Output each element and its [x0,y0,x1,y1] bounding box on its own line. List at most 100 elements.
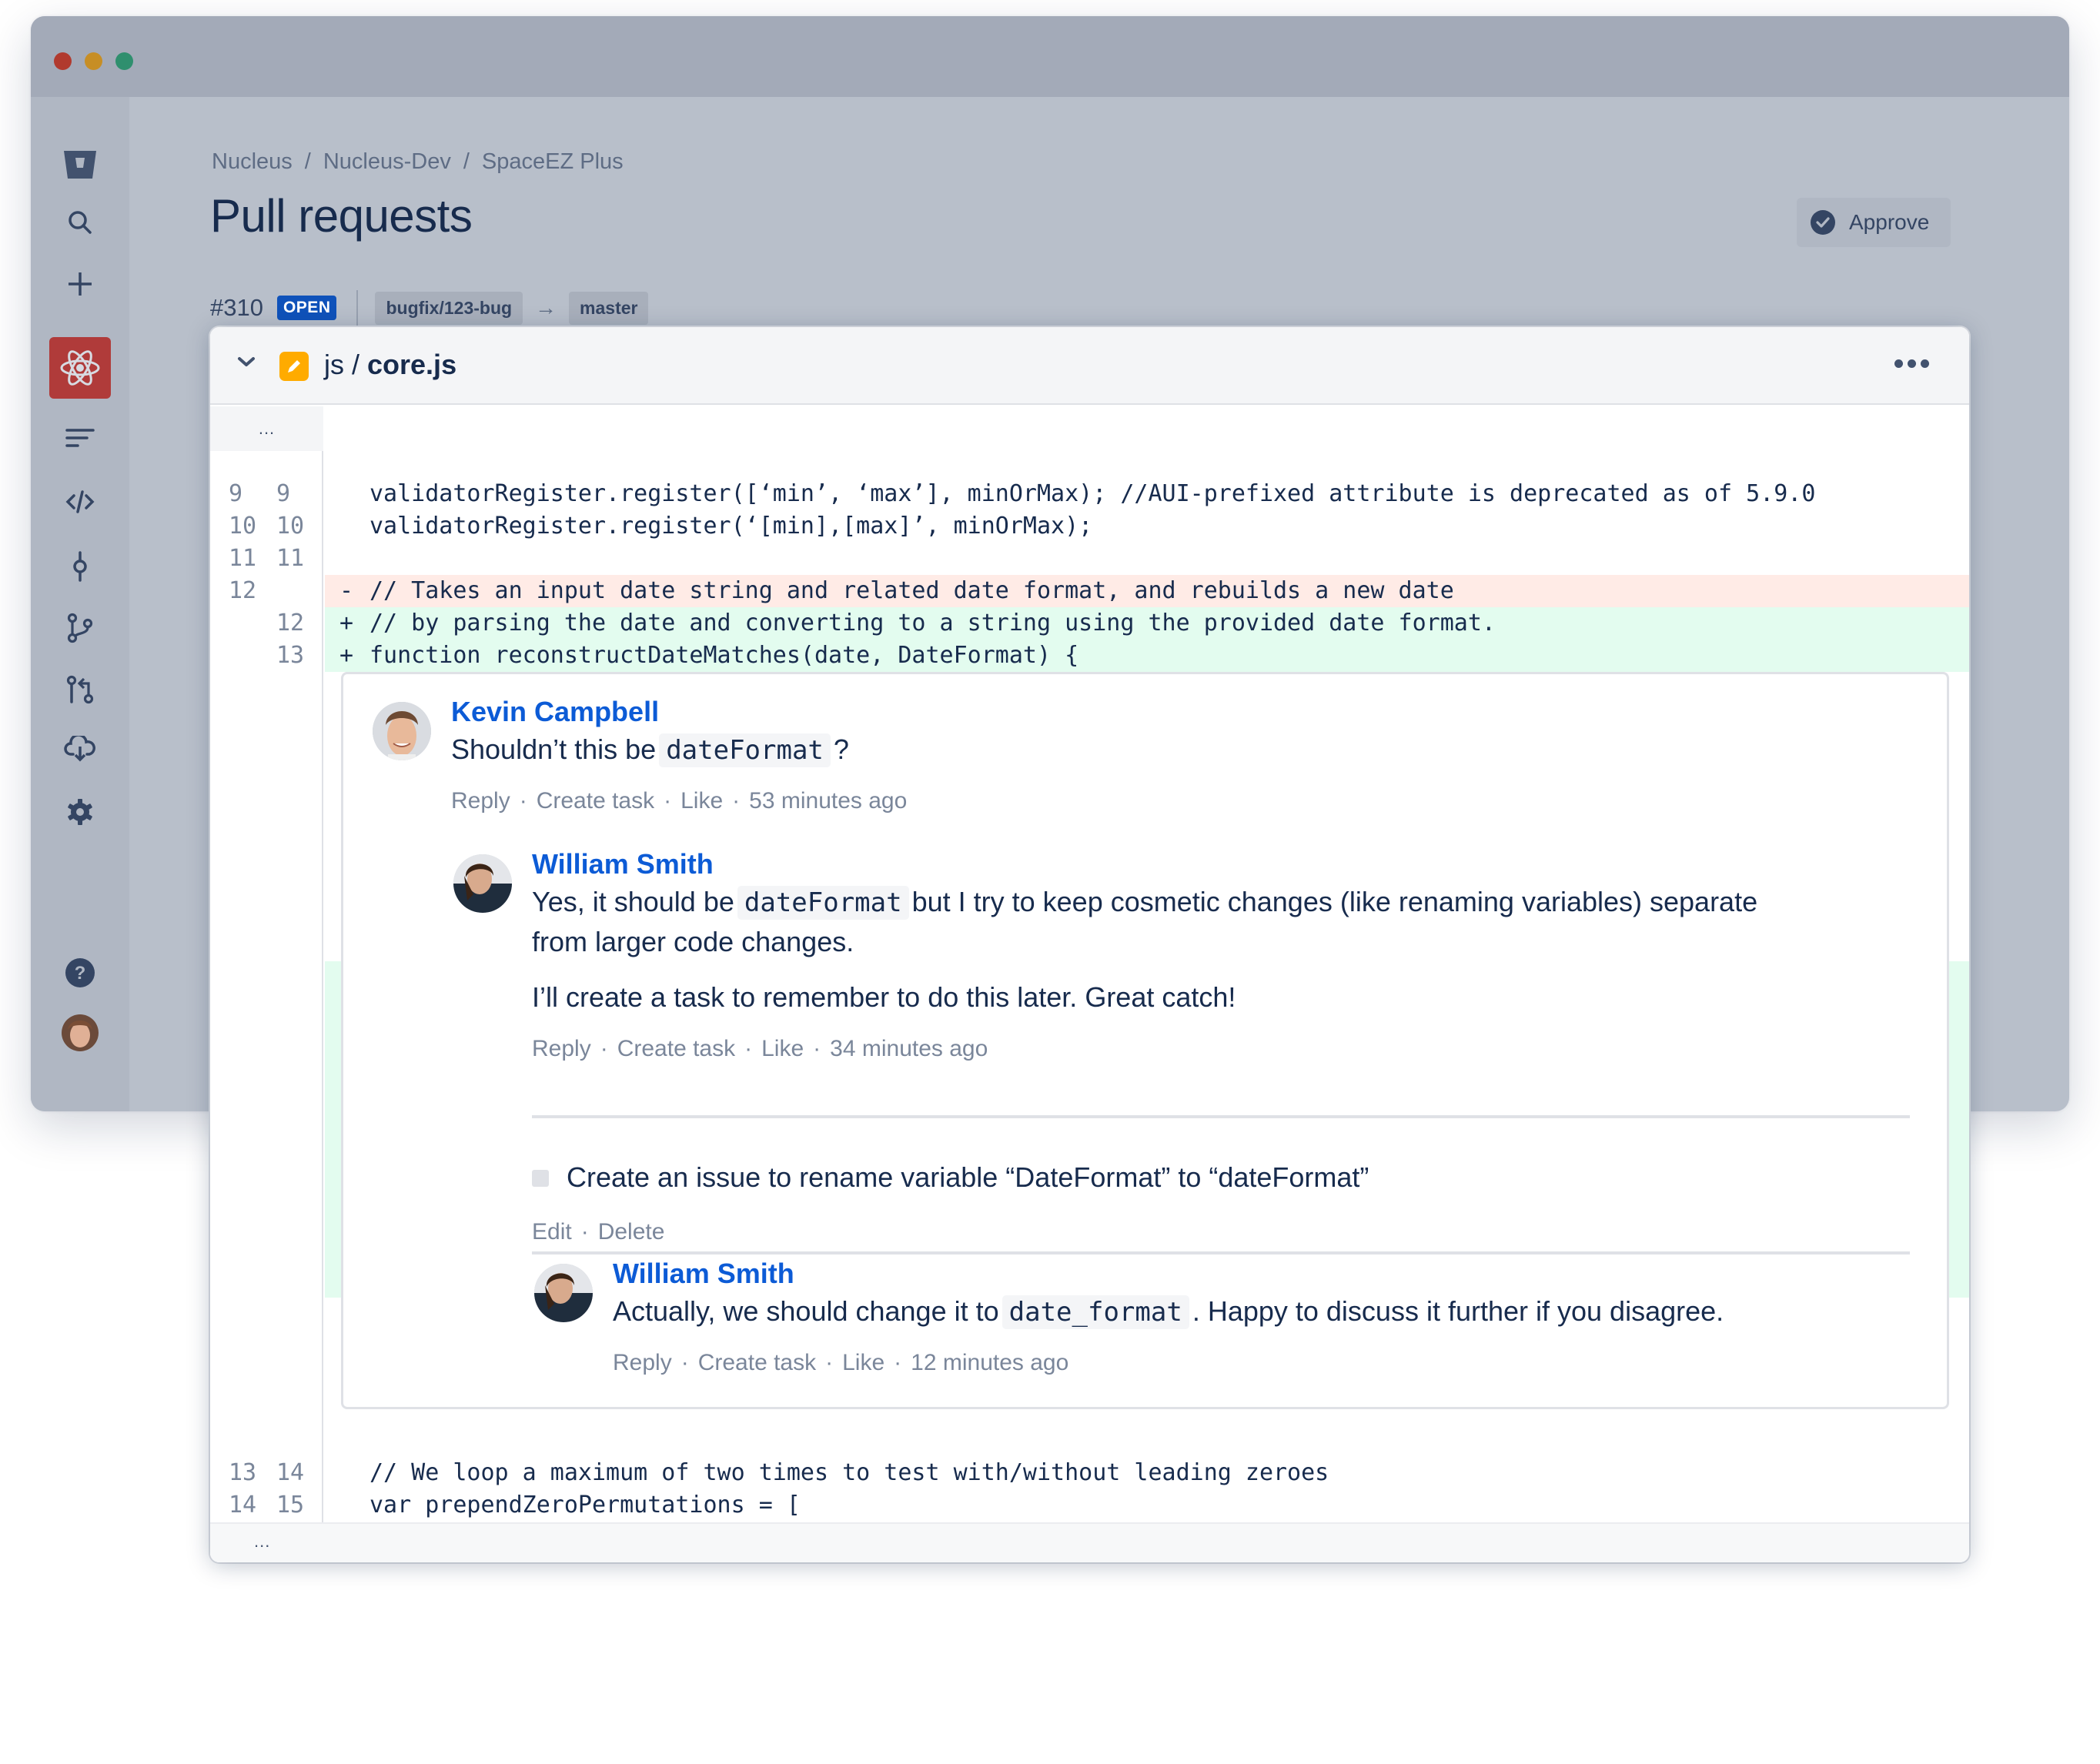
new-line-number[interactable]: 15 [276,1489,315,1522]
check-circle-icon [1811,210,1835,235]
code-text: // by parsing the date and converting to… [370,610,1496,636]
project-icon[interactable] [49,337,111,399]
like-link[interactable]: Like [680,788,723,814]
source-icon[interactable] [65,489,95,514]
sidebar: ? [31,97,129,1111]
new-line-number[interactable]: 9 [276,478,315,510]
bitbucket-logo-icon[interactable] [62,149,98,180]
diff-line-removed: 12 -// Takes an input date string and rel… [210,575,1969,607]
create-icon[interactable] [67,271,93,297]
task-checkbox[interactable] [532,1170,549,1187]
divider [532,1251,1910,1255]
old-line-number[interactable]: 14 [229,1489,267,1522]
timestamp: 12 minutes ago [911,1350,1069,1375]
file-modified-icon [279,352,309,381]
diff-line-context: 10 10 validatorRegister.register(‘[min],[m… [210,510,1969,543]
new-line-number[interactable]: 10 [276,510,315,543]
inline-code: date_format [1002,1295,1189,1329]
task-text: Create an issue to rename variable “Date… [567,1161,1369,1193]
comment-author[interactable]: William Smith [613,1258,794,1290]
comment-actions: Reply · Create task · Like · 12 minutes ago [613,1350,1068,1376]
comment-actions: Reply · Create task · Like · 34 minutes ago [532,1036,988,1062]
comment-thread: Kevin Campbell Shouldn’t this be dateForm… [341,672,1949,1409]
create-task-link[interactable]: Create task [698,1350,816,1375]
overview-icon[interactable] [65,428,95,448]
separator: · [732,788,741,814]
file-directory: js [324,349,344,380]
minimize-window-button[interactable] [85,52,102,70]
diff-line-context: 14 15 var prependZeroPermutations = [ [210,1489,1969,1522]
close-window-button[interactable] [54,52,72,70]
create-task-link[interactable]: Create task [537,788,654,814]
avatar-william-smith[interactable] [453,854,512,913]
comment-author[interactable]: William Smith [532,848,714,880]
old-line-number[interactable]: 10 [229,510,267,543]
comment-text: Yes, it should be [532,886,734,917]
like-link[interactable]: Like [842,1350,884,1375]
separator: · [680,1350,689,1375]
commits-icon[interactable] [71,551,89,582]
comment-author[interactable]: Kevin Campbell [451,696,659,728]
user-avatar[interactable] [62,1014,99,1051]
old-line-number[interactable]: 12 [229,575,267,607]
status-badge: OPEN [276,296,337,320]
separator: · [664,788,672,814]
file-path: js / core.js [324,349,456,381]
breadcrumb-separator: / [463,149,470,174]
avatar-kevin-campbell[interactable] [373,702,431,760]
breadcrumb-item-spaceez-plus[interactable]: SpaceEZ Plus [482,149,624,174]
file-header: js / core.js [210,327,1969,405]
new-line-number[interactable]: 12 [276,607,315,640]
target-branch[interactable]: master [569,291,649,325]
inline-code: dateFormat [659,733,831,767]
divider [356,290,359,326]
file-name: core.js [367,349,457,380]
file-diff-card: js / core.js ... 9 9 validatorRegister.regis… [210,327,1969,1562]
breadcrumb-item-nucleus[interactable]: Nucleus [212,149,293,174]
diff-line-context: 9 9 validatorRegister.register([‘min’, ‘ma… [210,478,1969,510]
comment-text: . Happy to discuss it further if you dis… [1192,1295,1724,1327]
create-task-link[interactable]: Create task [617,1036,735,1061]
branches-icon[interactable] [66,613,94,643]
chevron-down-icon[interactable] [236,355,256,373]
arrow-right-icon: → [535,296,557,319]
more-actions-button[interactable] [1894,359,1929,368]
reply-link[interactable]: Reply [451,788,510,814]
source-branch[interactable]: bugfix/123-bug [375,291,523,325]
old-line-number[interactable]: 11 [229,543,267,575]
old-line-number[interactable]: 13 [229,1457,267,1489]
like-link[interactable]: Like [761,1036,804,1061]
timestamp: 34 minutes ago [830,1036,988,1061]
approve-button[interactable]: Approve [1797,198,1951,247]
new-line-number[interactable]: 11 [276,543,315,575]
breadcrumb: Nucleus / Nucleus-Dev / SpaceEZ Plus [212,149,624,175]
code-text: // We loop a maximum of two times to tes… [370,1459,1329,1486]
edit-task-link[interactable]: Edit [532,1219,572,1244]
old-line-number[interactable]: 9 [229,478,267,510]
deployments-icon[interactable] [64,736,96,762]
settings-icon[interactable] [65,797,95,827]
breadcrumb-item-nucleus-dev[interactable]: Nucleus-Dev [323,149,451,174]
maximize-window-button[interactable] [115,52,133,70]
separator: · [580,1219,589,1244]
separator: · [600,1036,608,1061]
comment-text: but I try to keep cosmetic changes (like… [911,886,1758,917]
separator: · [744,1036,753,1061]
reply-link[interactable]: Reply [613,1350,672,1375]
pull-requests-icon[interactable] [65,674,95,705]
comment-text: ? [833,733,849,765]
more-dot [1894,359,1903,368]
code-text: function reconstructDateMatches(date, Da… [370,642,1079,669]
expand-context-bottom[interactable]: ... [210,1522,1969,1562]
separator: · [894,1350,902,1375]
reply-link[interactable]: Reply [532,1036,591,1061]
expand-context-top[interactable]: ... [210,406,323,451]
new-line-number[interactable]: 13 [276,640,315,672]
new-line-number[interactable]: 14 [276,1457,315,1489]
search-icon[interactable] [66,209,94,236]
avatar-william-smith[interactable] [534,1264,593,1322]
comment-body-line2: from larger code changes. [532,926,854,957]
delete-task-link[interactable]: Delete [598,1219,665,1244]
help-icon[interactable]: ? [65,957,95,988]
expand-label: ... [254,1532,271,1551]
